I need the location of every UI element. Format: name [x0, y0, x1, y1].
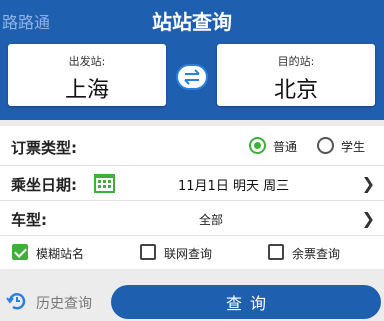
radio-student-label: 学生 [341, 140, 366, 154]
online-query-label: 联网查询 [164, 247, 213, 261]
query-form: 订票类型: 普通 学生 乘坐日期: 11月1日 明天 周三 ❯ 车型: 全部 ❯… [0, 126, 384, 269]
station-panel: 出发站: 上海 目的站: 北京 [0, 38, 384, 120]
swap-arrows-icon [184, 69, 200, 85]
radio-unchecked-icon[interactable] [317, 137, 334, 154]
history-clock-icon [6, 293, 26, 310]
destination-city[interactable]: 北京 [217, 72, 375, 104]
chevron-right-icon: ❯ [361, 209, 375, 228]
radio-normal-label: 普通 [273, 140, 298, 154]
calendar-icon[interactable] [94, 174, 115, 193]
checkbox-unchecked-icon[interactable] [268, 244, 284, 260]
checkbox-checked-icon[interactable] [12, 244, 28, 260]
remaining-tickets-label: 余票查询 [292, 247, 341, 261]
ticket-type-label: 订票类型: [11, 139, 77, 157]
train-type-value: 全部 [199, 213, 224, 227]
query-button[interactable]: 查询 [111, 285, 381, 319]
radio-checked-icon[interactable] [249, 137, 266, 154]
destination-label: 目的站: [277, 55, 315, 68]
train-type-label: 车型: [11, 211, 47, 229]
fuzzy-station-label: 模糊站名 [36, 247, 85, 261]
destination-station-box[interactable]: 目的站: 北京 [217, 44, 375, 106]
options-row: 模糊站名 联网查询 余票查询 [0, 236, 384, 269]
date-row[interactable]: 乘坐日期: 11月1日 明天 周三 ❯ [0, 166, 384, 201]
checkbox-unchecked-icon[interactable] [140, 244, 156, 260]
departure-city[interactable]: 上海 [8, 72, 166, 104]
page-title: 站站查询 [152, 10, 232, 34]
swap-stations-button[interactable] [176, 64, 208, 90]
chevron-right-icon: ❯ [361, 174, 375, 193]
title-bar: 路路通 站站查询 [0, 0, 384, 38]
departure-label: 出发站: [68, 55, 106, 68]
date-label: 乘坐日期: [11, 176, 77, 194]
departure-station-box[interactable]: 出发站: 上海 [8, 44, 166, 106]
ticket-type-row: 订票类型: 普通 学生 [0, 126, 384, 166]
date-value: 11月1日 明天 周三 [178, 179, 290, 194]
train-type-row[interactable]: 车型: 全部 ❯ [0, 201, 384, 236]
history-query-label: 历史查询 [36, 296, 92, 312]
